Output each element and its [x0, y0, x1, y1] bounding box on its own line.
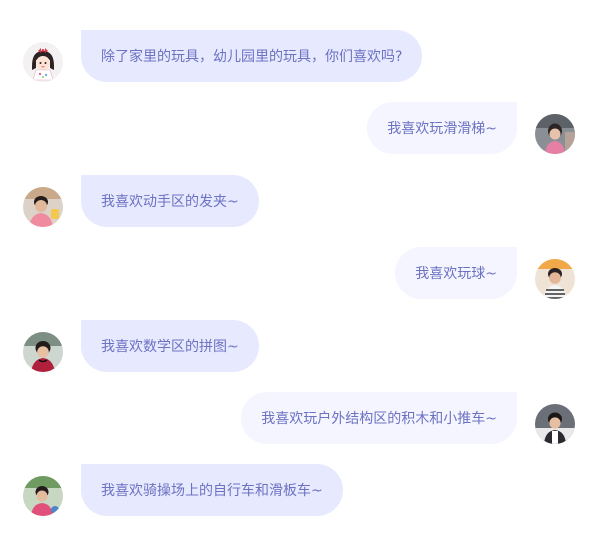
chat-message-right: 我喜欢玩球~: [0, 247, 591, 299]
child-photo-avatar-icon: [23, 332, 63, 372]
message-bubble: 我喜欢数学区的拼图~: [81, 320, 259, 372]
message-bubble: 我喜欢玩滑滑梯~: [367, 102, 517, 154]
message-bubble: 我喜欢玩户外结构区的积木和小推车~: [241, 392, 517, 444]
message-bubble: 除了家里的玩具，幼儿园里的玩具，你们喜欢吗?: [81, 30, 423, 82]
message-bubble: 我喜欢动手区的发夹~: [81, 175, 259, 227]
chat-thread: 除了家里的玩具，幼儿园里的玩具，你们喜欢吗? 我喜欢玩滑滑梯~ 我喜欢动手区的发…: [0, 0, 591, 534]
chat-message-left: 我喜欢动手区的发夹~: [0, 175, 591, 227]
chat-message-left: 我喜欢骑操场上的自行车和滑板车~: [0, 464, 591, 516]
child-photo-avatar-icon: [23, 187, 63, 227]
child-photo-avatar-icon: [535, 114, 575, 154]
message-bubble: 我喜欢玩球~: [395, 247, 517, 299]
child-photo-avatar-icon: [535, 404, 575, 444]
child-photo-avatar-icon: [23, 476, 63, 516]
message-bubble: 我喜欢骑操场上的自行车和滑板车~: [81, 464, 343, 516]
chat-message-left: 我喜欢数学区的拼图~: [0, 320, 591, 372]
chat-message-right: 我喜欢玩户外结构区的积木和小推车~: [0, 392, 591, 444]
cartoon-girl-avatar-icon: [23, 42, 63, 82]
child-photo-avatar-icon: [535, 259, 575, 299]
chat-message-right: 我喜欢玩滑滑梯~: [0, 102, 591, 154]
chat-message-left: 除了家里的玩具，幼儿园里的玩具，你们喜欢吗?: [0, 30, 591, 82]
